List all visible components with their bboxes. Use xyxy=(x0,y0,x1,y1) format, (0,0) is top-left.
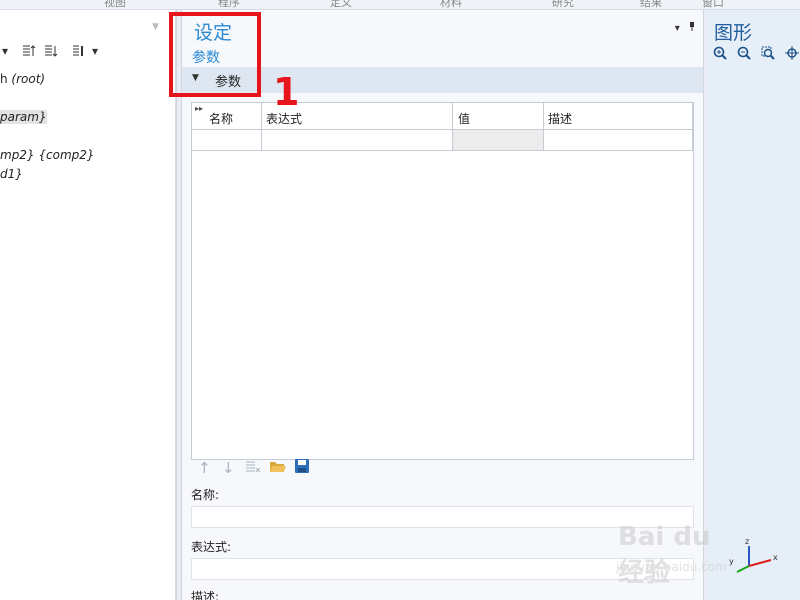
table-row[interactable] xyxy=(192,130,693,151)
menu-fragment[interactable]: 结果 xyxy=(640,0,662,9)
open-folder-icon[interactable] xyxy=(270,459,286,477)
expression-label: 表达式: xyxy=(191,540,232,554)
list-options-icon[interactable] xyxy=(72,44,84,61)
graphics-toolbar xyxy=(713,46,800,64)
move-down-icon[interactable]: ↓ xyxy=(222,459,235,477)
tree-node-component[interactable]: mp2} {comp2} xyxy=(0,148,95,162)
axis-label-z: z xyxy=(745,538,749,546)
graphics-title: 图形 xyxy=(714,22,753,44)
zoom-extents-icon[interactable] xyxy=(785,46,799,64)
expand-dropdown-icon[interactable]: ▾ xyxy=(2,44,8,58)
watermark-url: jingyan.baidu.com xyxy=(616,560,727,574)
chevron-down-icon[interactable]: ▼ xyxy=(152,22,159,32)
dropdown-icon[interactable]: ▾ xyxy=(675,23,680,34)
pin-icon[interactable] xyxy=(689,22,695,34)
watermark: Bai du 经验 jingyan.baidu.com xyxy=(610,510,740,590)
annotation-number: 1 xyxy=(273,70,300,114)
menu-fragment[interactable]: 窗口 xyxy=(702,0,724,9)
zoom-in-icon[interactable] xyxy=(713,46,727,64)
zoom-box-icon[interactable] xyxy=(761,46,777,64)
more-dropdown-icon[interactable]: ▾ xyxy=(92,44,98,58)
menu-fragment[interactable]: 视图 xyxy=(104,0,126,9)
column-header-name: 名称 xyxy=(209,112,234,126)
watermark-logo: Bai du 经验 xyxy=(618,522,711,588)
tree-node-tag: param} xyxy=(0,110,47,124)
model-tree-pane: ▼ ▾ ▾ h (root) param} mp2} {comp2} d1} xyxy=(0,10,176,600)
tree-node-tag: mp2} {comp2} xyxy=(0,148,95,162)
column-header-value: 值 xyxy=(458,112,471,126)
column-header-description: 描述 xyxy=(548,112,573,126)
sort-down-icon[interactable] xyxy=(44,44,58,61)
tree-node-tag: (root) xyxy=(11,72,46,86)
tree-node-tag: d1} xyxy=(0,167,23,181)
sort-up-icon[interactable] xyxy=(22,44,36,61)
delete-rows-icon[interactable] xyxy=(246,459,261,477)
top-menu-strip: 视图 程序 定义 材料 研究 结果 窗口 xyxy=(0,0,800,10)
tree-node-parameters[interactable]: param} xyxy=(0,110,47,124)
tree-node-text: h xyxy=(0,72,12,86)
menu-fragment[interactable]: 定义 xyxy=(330,0,352,9)
parameters-table: ▸▸ 名称 表达式 值 描述 xyxy=(191,102,694,460)
model-tree-toolbar: ▾ ▾ xyxy=(0,44,175,62)
description-label: 描述: xyxy=(191,590,220,600)
save-icon[interactable] xyxy=(295,459,309,477)
window-controls: ▾ xyxy=(675,22,695,34)
menu-fragment[interactable]: 程序 xyxy=(218,0,240,9)
move-up-icon[interactable]: ↑ xyxy=(198,459,211,477)
name-label: 名称: xyxy=(191,488,220,502)
tree-node-root[interactable]: h (root) xyxy=(0,72,45,86)
menu-fragment[interactable]: 研究 xyxy=(552,0,574,9)
zoom-out-icon[interactable] xyxy=(737,46,751,64)
axis-label-x: x xyxy=(773,553,778,562)
table-toolbar: ↑ ↓ xyxy=(198,459,398,479)
tree-node-child[interactable]: d1} xyxy=(0,167,23,181)
menu-fragment[interactable]: 材料 xyxy=(440,0,462,9)
annotation-highlight-box xyxy=(169,12,261,97)
